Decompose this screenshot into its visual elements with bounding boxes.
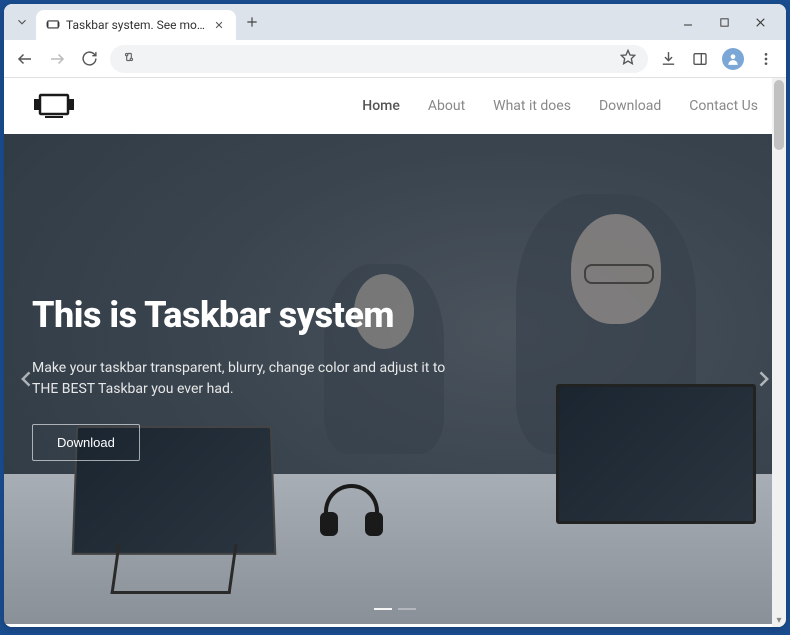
nav-home[interactable]: Home (362, 98, 400, 114)
menu-icon[interactable] (756, 49, 776, 69)
hero-download-button[interactable]: Download (32, 424, 140, 461)
hero-description: Make your taskbar transparent, blurry, c… (32, 358, 472, 400)
nav-contact[interactable]: Contact Us (689, 98, 758, 114)
profile-avatar[interactable] (722, 48, 744, 70)
tab-close-button[interactable] (212, 18, 226, 32)
hero-content: This is Taskbar system Make your taskbar… (32, 294, 472, 461)
page-content: Home About What it does Download Contact… (4, 78, 786, 627)
tab-bar: Taskbar system. See more - do... (4, 4, 786, 40)
hero-section: This is Taskbar system Make your taskbar… (4, 134, 786, 624)
downloads-icon[interactable] (658, 49, 678, 69)
scrollbar-down-icon[interactable]: ▾ (772, 613, 786, 627)
tab-favicon-icon (46, 18, 60, 32)
site-info-icon[interactable] (122, 49, 136, 68)
tab-title: Taskbar system. See more - do... (66, 18, 206, 32)
address-bar[interactable] (110, 45, 648, 73)
site-header: Home About What it does Download Contact… (4, 78, 786, 134)
nav-download[interactable]: Download (599, 98, 661, 114)
tab-search-button[interactable] (12, 12, 32, 32)
carousel-dots (374, 608, 416, 610)
scrollbar-thumb[interactable] (774, 80, 784, 150)
scrollbar[interactable]: ▾ (772, 78, 786, 627)
site-logo-icon[interactable] (32, 91, 76, 121)
browser-tab[interactable]: Taskbar system. See more - do... (36, 10, 236, 40)
carousel-next-button[interactable] (748, 359, 778, 399)
carousel-dot-1[interactable] (374, 608, 392, 610)
nav-what-it-does[interactable]: What it does (493, 98, 571, 114)
browser-window: Taskbar system. See more - do... (4, 4, 786, 627)
site-nav: Home About What it does Download Contact… (362, 98, 758, 114)
hero-title: This is Taskbar system (32, 294, 472, 336)
close-window-button[interactable] (750, 12, 770, 32)
minimize-button[interactable] (678, 12, 698, 32)
bookmark-star-icon[interactable] (620, 49, 636, 69)
side-panel-icon[interactable] (690, 49, 710, 69)
reload-button[interactable] (78, 48, 100, 70)
window-controls (678, 12, 778, 32)
carousel-prev-button[interactable] (12, 359, 42, 399)
back-button[interactable] (14, 48, 36, 70)
browser-toolbar (4, 40, 786, 78)
new-tab-button[interactable] (240, 10, 264, 34)
nav-about[interactable]: About (428, 98, 465, 114)
carousel-dot-2[interactable] (398, 608, 416, 610)
maximize-button[interactable] (714, 12, 734, 32)
forward-button[interactable] (46, 48, 68, 70)
